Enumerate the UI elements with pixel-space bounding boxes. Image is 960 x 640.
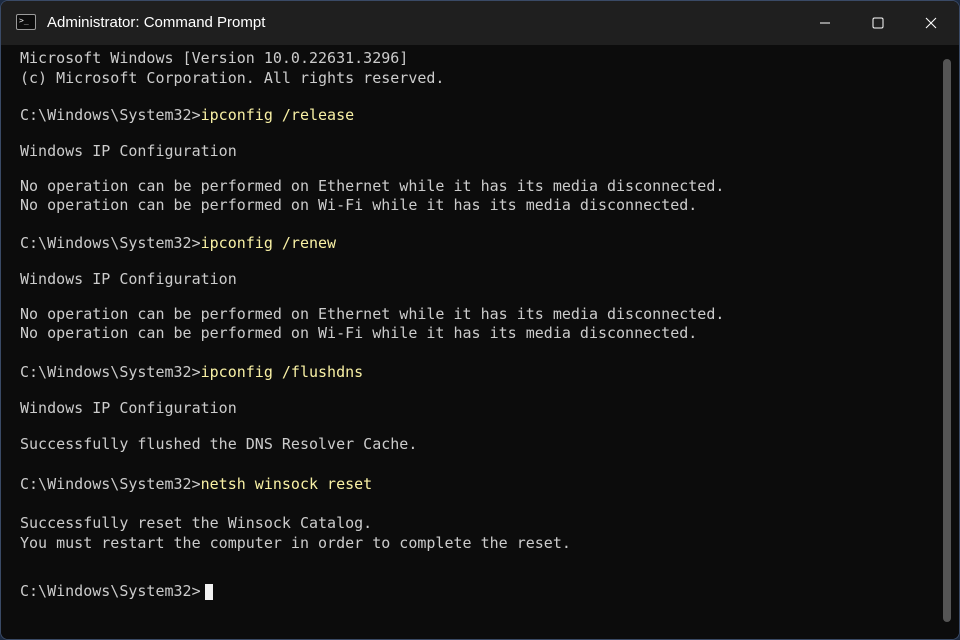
prompt-path: C:\Windows\System32> bbox=[20, 582, 201, 600]
command-prompt-window: >_ Administrator: Command Prompt Microso… bbox=[0, 0, 960, 640]
command-prompt-icon: >_ bbox=[16, 14, 36, 30]
output-line: No operation can be performed on Etherne… bbox=[20, 305, 725, 323]
output-line: No operation can be performed on Wi-Fi w… bbox=[20, 196, 698, 214]
banner-version-line: Microsoft Windows [Version 10.0.22631.32… bbox=[20, 49, 409, 67]
command-prompt-icon-glyph: >_ bbox=[19, 16, 29, 25]
prompt-path: C:\Windows\System32> bbox=[20, 475, 201, 493]
prompt-line: C:\Windows\System32>ipconfig /renew bbox=[20, 234, 336, 252]
output-line: Windows IP Configuration bbox=[20, 270, 237, 288]
output-line: You must restart the computer in order t… bbox=[20, 534, 571, 552]
command-text: netsh winsock reset bbox=[200, 475, 373, 493]
prompt-line: C:\Windows\System32>ipconfig /flushdns bbox=[20, 363, 363, 381]
command-text: ipconfig /renew bbox=[200, 234, 337, 252]
output-line: No operation can be performed on Wi-Fi w… bbox=[20, 324, 698, 342]
output-line: Windows IP Configuration bbox=[20, 142, 237, 160]
output-line: Successfully flushed the DNS Resolver Ca… bbox=[20, 435, 418, 453]
minimize-icon bbox=[820, 22, 830, 24]
output-line: No operation can be performed on Etherne… bbox=[20, 177, 725, 195]
close-button[interactable] bbox=[905, 1, 957, 45]
current-prompt-line[interactable]: C:\Windows\System32> bbox=[20, 582, 201, 600]
prompt-path: C:\Windows\System32> bbox=[20, 234, 201, 252]
maximize-button[interactable] bbox=[852, 1, 904, 45]
title-bar[interactable]: >_ Administrator: Command Prompt bbox=[1, 1, 959, 45]
prompt-path: C:\Windows\System32> bbox=[20, 363, 201, 381]
prompt-path: C:\Windows\System32> bbox=[20, 106, 201, 124]
minimize-button[interactable] bbox=[799, 1, 851, 45]
window-title: Administrator: Command Prompt bbox=[47, 14, 266, 31]
output-line: Windows IP Configuration bbox=[20, 399, 237, 417]
prompt-line: C:\Windows\System32>netsh winsock reset bbox=[20, 475, 372, 493]
prompt-line: C:\Windows\System32>ipconfig /release bbox=[20, 106, 354, 124]
terminal-output[interactable]: Microsoft Windows [Version 10.0.22631.32… bbox=[1, 45, 959, 639]
vertical-scrollbar[interactable] bbox=[943, 59, 951, 622]
command-text: ipconfig /flushdns bbox=[200, 363, 364, 381]
text-cursor bbox=[205, 584, 213, 600]
maximize-icon bbox=[872, 17, 884, 29]
banner-copyright-line: (c) Microsoft Corporation. All rights re… bbox=[20, 69, 445, 87]
command-text: ipconfig /release bbox=[200, 106, 355, 124]
output-line: Successfully reset the Winsock Catalog. bbox=[20, 514, 373, 532]
close-icon bbox=[925, 17, 937, 29]
